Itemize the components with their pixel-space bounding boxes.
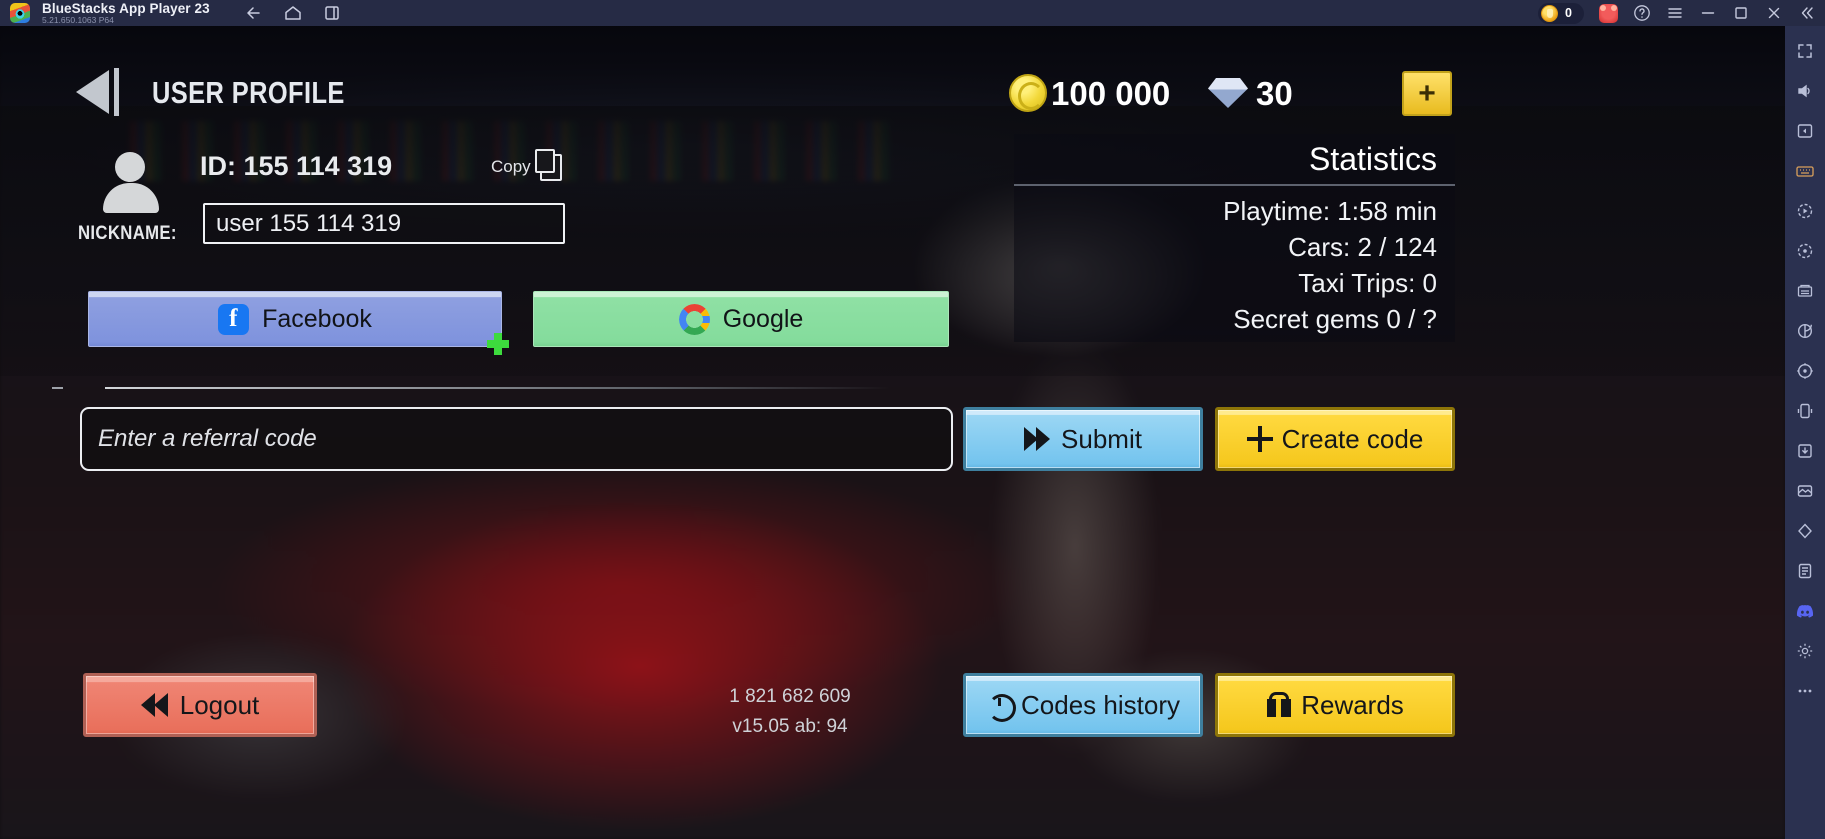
create-code-button[interactable]: Create code [1215, 407, 1455, 471]
game-guide-icon[interactable] [1792, 518, 1818, 544]
rotate-icon[interactable] [1792, 238, 1818, 264]
build-number: 1 821 682 609 [729, 686, 851, 707]
back-button[interactable] [76, 67, 136, 117]
bluestacks-titlebar: BlueStacks App Player 23 5.21.650.1063 P… [0, 0, 1825, 26]
coin-balance: 100 000 [1051, 75, 1171, 112]
app-version: 5.21.650.1063 P64 [42, 15, 114, 25]
google-label: Google [722, 304, 804, 333]
help-icon[interactable] [1633, 4, 1651, 22]
game-viewport[interactable]: USER PROFILE 100 000 30 + NICKNAME: ID: … [0, 26, 1785, 839]
create-code-label: Create code [1281, 423, 1424, 454]
location-icon[interactable] [1792, 358, 1818, 384]
user-id-label: ID: 155 114 319 [200, 151, 393, 181]
version-info: 1 821 682 609 v15.05 ab: 94 [700, 682, 880, 742]
nickname-input[interactable] [203, 203, 565, 244]
titlebar-right-group: 0 [1538, 2, 1825, 24]
discord-icon[interactable] [1792, 598, 1818, 624]
titlebar-nav [244, 3, 342, 23]
double-arrow-right-icon [1024, 427, 1052, 451]
coin-icon [1541, 4, 1559, 22]
home-icon[interactable] [283, 3, 303, 23]
app-root: BlueStacks App Player 23 5.21.650.1063 P… [0, 0, 1825, 839]
referral-code-input[interactable] [80, 407, 953, 471]
statistics-title: Statistics [1014, 134, 1455, 186]
points-count: 0 [1565, 6, 1572, 20]
screenshot-icon[interactable] [1792, 118, 1818, 144]
app-title: BlueStacks App Player 23 [42, 0, 210, 16]
back-arrow-icon [76, 70, 109, 114]
submit-label: Submit [1061, 423, 1142, 454]
multi-instance-icon[interactable] [322, 3, 342, 23]
more-icon[interactable] [1792, 678, 1818, 704]
codes-history-button[interactable]: Codes history [963, 673, 1203, 737]
statistics-panel: Statistics Playtime: 1:58 min Cars: 2 / … [1014, 134, 1455, 342]
rewards-label: Rewards [1301, 689, 1404, 720]
codes-history-label: Codes history [1021, 689, 1180, 720]
app-title-group: BlueStacks App Player 23 5.21.650.1063 P… [42, 0, 210, 25]
double-arrow-left-icon [140, 693, 171, 717]
page-title: USER PROFILE [152, 75, 345, 110]
stat-row: Cars: 2 / 124 [1288, 232, 1437, 262]
macro-recorder-icon[interactable] [1792, 198, 1818, 224]
close-icon[interactable] [1765, 4, 1783, 22]
plus-icon [1246, 426, 1273, 452]
divider-dash [52, 387, 63, 389]
back-divider [114, 68, 119, 116]
facebook-login-button[interactable]: Facebook [88, 291, 502, 347]
bluestacks-points-pill[interactable]: 0 [1538, 2, 1584, 24]
bear-mascot-icon[interactable] [1599, 3, 1618, 23]
rewards-button[interactable]: Rewards [1215, 673, 1455, 737]
copy-label[interactable]: Copy [491, 157, 531, 177]
avatar [101, 152, 161, 213]
facebook-label: Facebook [262, 304, 372, 333]
google-icon [678, 303, 710, 335]
shake-icon[interactable] [1792, 398, 1818, 424]
volume-icon[interactable] [1792, 78, 1818, 104]
minimize-icon[interactable] [1699, 4, 1717, 22]
history-clock-icon [986, 692, 1017, 722]
plus-icon: + [1418, 76, 1436, 110]
collapse-sidebar-icon[interactable] [1798, 4, 1816, 22]
google-login-button[interactable]: Google [533, 291, 949, 347]
section-divider [105, 387, 890, 389]
multi-instance-manager-icon[interactable] [1792, 278, 1818, 304]
version-string: v15.05 ab: 94 [732, 716, 848, 737]
keymapping-icon[interactable] [1792, 158, 1818, 184]
logout-button[interactable]: Logout [83, 673, 317, 737]
submit-button[interactable]: Submit [963, 407, 1203, 471]
stat-row: Secret gems 0 / ? [1233, 304, 1437, 334]
bluestacks-sidebar [1785, 26, 1825, 839]
stat-row: Playtime: 1:58 min [1223, 196, 1437, 226]
gem-balance: 30 [1256, 75, 1293, 112]
coin-currency-icon [1009, 74, 1047, 112]
install-apk-icon[interactable] [1792, 438, 1818, 464]
menu-icon[interactable] [1666, 4, 1684, 22]
statistics-list: Playtime: 1:58 min Cars: 2 / 124 Taxi Tr… [1014, 186, 1455, 337]
bluestacks-logo-icon [10, 3, 30, 23]
nickname-label: NICKNAME: [78, 223, 177, 244]
add-currency-button[interactable]: + [1402, 71, 1452, 116]
gift-icon [1266, 692, 1292, 718]
logout-label: Logout [179, 689, 260, 720]
facebook-icon [218, 303, 250, 335]
fullscreen-icon[interactable] [1792, 38, 1818, 64]
maximize-icon[interactable] [1732, 4, 1750, 22]
copy-icon[interactable] [535, 149, 563, 181]
stat-row: Taxi Trips: 0 [1298, 268, 1437, 298]
settings-icon[interactable] [1792, 638, 1818, 664]
media-manager-icon[interactable] [1792, 478, 1818, 504]
eco-mode-icon[interactable] [1792, 318, 1818, 344]
script-icon[interactable] [1792, 558, 1818, 584]
back-icon[interactable] [244, 3, 264, 23]
cursor-plus-icon [487, 333, 509, 355]
